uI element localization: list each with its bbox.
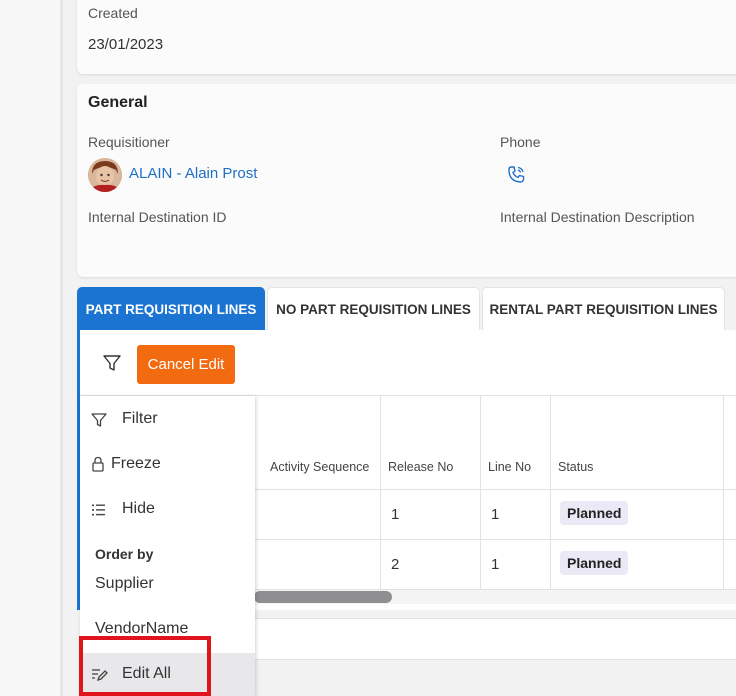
tab-label: RENTAL PART REQUISITION LINES [489,301,718,317]
general-card: General Requisitioner ALAIN - Alain Pros… [77,84,736,277]
created-card: Created 23/01/2023 [77,0,736,74]
cell-line-no: 1 [491,556,500,573]
tabs-bar: PART REQUISITION LINES NO PART REQUISITI… [77,287,736,330]
column-header-status[interactable]: Status [558,460,593,474]
list-icon [90,501,108,519]
tab-no-part-requisition-lines[interactable]: NO PART REQUISITION LINES [267,287,480,330]
cell-release-no: 2 [391,556,400,573]
internal-destination-description-label: Internal Destination Description [500,209,695,225]
menu-item-label: Hide [122,500,155,517]
horizontal-scrollbar-thumb[interactable] [254,591,392,603]
status-badge: Planned [560,501,629,525]
column-header-line-no[interactable]: Line No [488,460,531,474]
column-divider [550,395,551,590]
lock-icon [91,455,105,473]
menu-item-freeze[interactable]: Freeze [80,444,255,484]
menu-item-label: Filter [122,410,158,427]
menu-item-filter[interactable]: Filter [80,399,255,439]
general-title: General [88,94,148,111]
order-by-heading: Order by [95,546,154,562]
column-header-activity-sequence[interactable]: Activity Sequence [270,460,369,474]
tab-part-requisition-lines[interactable]: PART REQUISITION LINES [77,287,265,330]
tab-label: NO PART REQUISITION LINES [276,301,471,317]
created-value: 23/01/2023 [88,36,164,53]
menu-item-label: Freeze [111,455,161,472]
menu-item-hide[interactable]: Hide [80,489,255,529]
phone-label: Phone [500,134,541,150]
requisitioner-label: Requisitioner [88,134,170,150]
highlight-annotation-box [79,636,211,696]
column-divider [480,395,481,590]
requisitioner-link[interactable]: ALAIN - Alain Prost [129,165,257,182]
left-navigation-rail [0,0,60,696]
column-header-release-no[interactable]: Release No [388,460,453,474]
avatar [88,158,122,192]
filter-funnel-icon[interactable] [101,352,123,374]
filter-icon [90,411,108,429]
cancel-edit-button[interactable]: Cancel Edit [137,345,235,384]
rail-divider [60,0,63,696]
column-divider [380,395,381,590]
status-badge: Planned [560,551,629,575]
internal-destination-id-label: Internal Destination ID [88,209,227,225]
tab-label: PART REQUISITION LINES [85,301,257,317]
menu-item-supplier[interactable]: Supplier [95,575,154,593]
tab-rental-part-requisition-lines[interactable]: RENTAL PART REQUISITION LINES [482,287,725,330]
cell-line-no: 1 [491,506,500,523]
column-divider [723,395,724,590]
created-label: Created [88,5,138,21]
phone-icon[interactable] [505,164,527,186]
cell-release-no: 1 [391,506,400,523]
